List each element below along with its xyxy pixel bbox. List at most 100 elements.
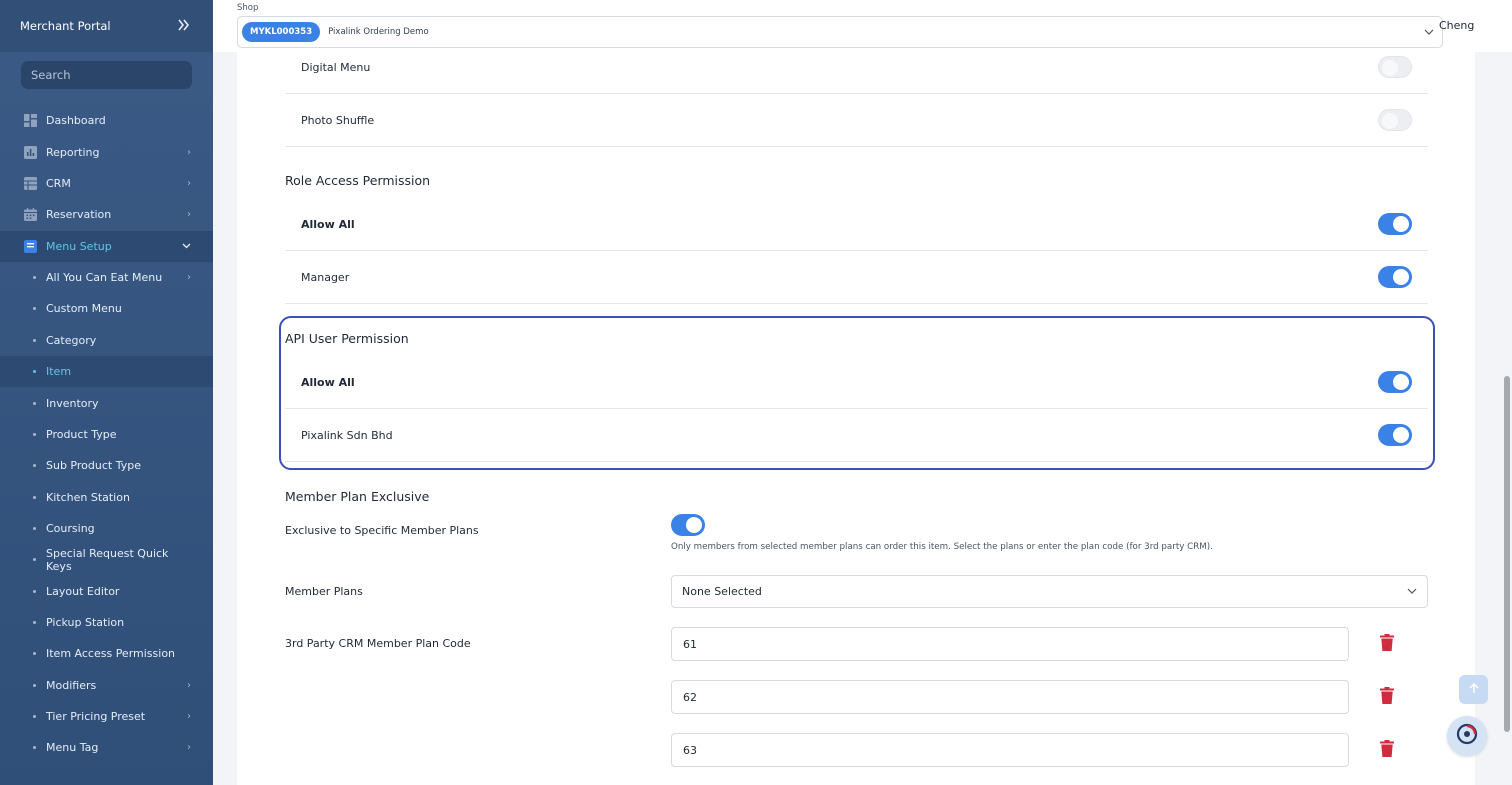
crm-code-input[interactable]	[671, 627, 1349, 661]
member-plans-select[interactable]: None Selected	[671, 575, 1428, 608]
sidebar-item-reporting[interactable]: Reporting ›	[0, 136, 213, 167]
sidebar-subitem-label: Kitchen Station	[46, 490, 130, 504]
bullet-icon	[33, 714, 36, 718]
role-manager-toggle[interactable]	[1378, 266, 1412, 288]
sidebar-subitem-kitchen-station[interactable]: Kitchen Station	[0, 481, 213, 512]
sidebar-subitem-product-type[interactable]: Product Type	[0, 419, 213, 450]
bullet-icon	[33, 307, 36, 311]
chat-support-button[interactable]	[1447, 716, 1487, 756]
setting-label: Digital Menu	[301, 60, 371, 74]
api-allow-all-toggle[interactable]	[1378, 371, 1412, 393]
delete-icon[interactable]	[1380, 740, 1396, 758]
bullet-icon	[33, 652, 36, 656]
sidebar-item-label: Menu Setup	[46, 239, 112, 253]
chevron-right-icon: ›	[187, 209, 191, 221]
sidebar-subitem-modifiers[interactable]: Modifiers ›	[0, 669, 213, 700]
exclusive-helper-text: Only members from selected member plans …	[671, 542, 1213, 552]
sidebar-subitem-special-request-quick-keys[interactable]: Special Request Quick Keys	[0, 544, 213, 575]
chat-icon	[1455, 722, 1479, 750]
crm-code-label: 3rd Party CRM Member Plan Code	[285, 637, 471, 650]
calendar-icon	[23, 208, 37, 222]
shop-label: Shop	[237, 3, 259, 13]
delete-icon[interactable]	[1380, 687, 1396, 705]
sidebar-item-label: Dashboard	[46, 114, 106, 128]
sidebar-subitem-inventory[interactable]: Inventory	[0, 387, 213, 418]
sidebar-item-dashboard[interactable]: Dashboard	[0, 105, 213, 136]
sidebar-subitem-item[interactable]: Item	[0, 355, 213, 388]
role-allow-all-toggle[interactable]	[1378, 213, 1412, 235]
sidebar-subitem-label: Custom Menu	[46, 302, 122, 316]
bullet-icon	[33, 683, 36, 687]
sidebar-item-reservation[interactable]: Reservation ›	[0, 199, 213, 230]
sidebar-subitem-sub-product-type[interactable]: Sub Product Type	[0, 450, 213, 481]
sidebar: Merchant Portal Dashboard Reporting › CR…	[0, 0, 213, 785]
sidebar-header: Merchant Portal	[0, 0, 213, 52]
setting-label: Pixalink Sdn Bhd	[301, 428, 393, 442]
chevron-right-icon: ›	[187, 177, 191, 189]
collapse-sidebar-icon[interactable]	[177, 18, 193, 34]
bullet-icon	[33, 464, 36, 468]
shop-select[interactable]: MYKL000353 Pixalink Ordering Demo	[237, 16, 1443, 48]
sidebar-subitem-layout-editor[interactable]: Layout Editor	[0, 575, 213, 606]
shop-code-badge: MYKL000353	[242, 22, 321, 42]
bullet-icon	[33, 276, 36, 280]
toggle-knob	[1393, 374, 1409, 390]
sidebar-subitem-pickup-station[interactable]: Pickup Station	[0, 607, 213, 638]
toggle-knob	[1393, 216, 1409, 232]
setting-row-role-manager: Manager	[285, 251, 1428, 304]
page-scrollbar[interactable]	[1502, 52, 1512, 785]
bullet-icon	[33, 432, 36, 436]
sidebar-subitem-label: Item Access Permission	[46, 647, 176, 661]
sidebar-item-crm[interactable]: CRM ›	[0, 168, 213, 199]
sidebar-subitem-item-access-permission[interactable]: Item Access Permission	[0, 638, 213, 669]
chevron-right-icon: ›	[187, 272, 191, 284]
chart-icon	[23, 145, 37, 159]
scroll-to-top-button[interactable]	[1459, 675, 1488, 704]
sidebar-item-menu-setup[interactable]: Menu Setup	[0, 230, 213, 262]
sidebar-subitem-category[interactable]: Category	[0, 325, 213, 356]
sidebar-subitem-custom-menu[interactable]: Custom Menu	[0, 293, 213, 324]
sidebar-search-input[interactable]	[31, 68, 182, 82]
sidebar-subitem-label: Sub Product Type	[46, 459, 141, 473]
member-plans-value: None Selected	[682, 585, 762, 598]
shop-name: Pixalink Ordering Demo	[328, 27, 429, 37]
photo-shuffle-toggle[interactable]	[1378, 109, 1412, 131]
exclusive-member-plans-toggle[interactable]	[671, 514, 705, 536]
sidebar-subitem-label: Inventory	[46, 396, 99, 410]
sidebar-subitem-menu-tag[interactable]: Menu Tag ›	[0, 732, 213, 763]
sidebar-subitem-label: All You Can Eat Menu	[46, 271, 163, 285]
crm-code-input[interactable]	[671, 680, 1349, 714]
member-plans-label: Member Plans	[285, 585, 363, 598]
sidebar-subitem-all-you-can-eat-menu[interactable]: All You Can Eat Menu ›	[0, 262, 213, 293]
chevron-down-icon	[182, 241, 191, 252]
sidebar-item-label: Reporting	[46, 145, 100, 159]
api-pixalink-toggle[interactable]	[1378, 424, 1412, 446]
setting-label: Allow All	[301, 375, 355, 389]
sidebar-subitem-label: Modifiers	[46, 678, 97, 692]
sidebar-subitem-label: Category	[46, 333, 97, 347]
digital-menu-toggle[interactable]	[1378, 56, 1412, 78]
bullet-icon	[33, 746, 36, 750]
sidebar-subitem-tier-pricing-preset[interactable]: Tier Pricing Preset ›	[0, 701, 213, 732]
book-icon	[23, 239, 37, 253]
bullet-icon	[33, 401, 36, 405]
setting-label: Allow All	[301, 217, 355, 231]
chevron-down-icon	[1407, 586, 1417, 597]
bullet-icon	[33, 526, 36, 530]
sidebar-search[interactable]	[21, 61, 192, 89]
bullet-icon	[33, 558, 36, 562]
role-access-title: Role Access Permission	[285, 173, 431, 188]
toggle-knob	[1393, 269, 1409, 285]
chevron-right-icon: ›	[187, 742, 191, 754]
setting-label: Photo Shuffle	[301, 113, 375, 127]
setting-row-api-pixalink: Pixalink Sdn Bhd	[285, 409, 1428, 462]
sidebar-subitem-coursing[interactable]: Coursing	[0, 513, 213, 544]
bullet-icon	[33, 495, 36, 499]
crm-code-input[interactable]	[671, 733, 1349, 767]
user-name[interactable]: Cheng	[1439, 19, 1474, 32]
setting-row-api-allow-all: Allow All	[285, 356, 1428, 409]
sidebar-item-label: Reservation	[46, 208, 112, 222]
scrollbar-thumb[interactable]	[1504, 376, 1510, 732]
delete-icon[interactable]	[1380, 634, 1396, 652]
toggle-knob	[686, 517, 702, 533]
